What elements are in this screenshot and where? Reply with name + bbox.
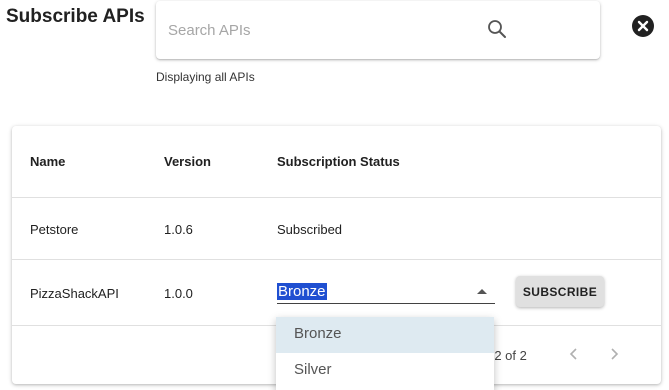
chevron-right-icon[interactable] bbox=[604, 344, 624, 364]
search-input[interactable] bbox=[168, 19, 468, 41]
api-version: 1.0.0 bbox=[164, 286, 193, 301]
api-name: PizzaShackAPI bbox=[30, 286, 119, 301]
search-hint: Displaying all APIs bbox=[156, 70, 255, 84]
header-subscription-status[interactable]: Subscription Status bbox=[277, 154, 400, 169]
subscribe-button[interactable]: SUBSCRIBE bbox=[516, 276, 604, 307]
header-version[interactable]: Version bbox=[164, 154, 211, 169]
tier-select-value[interactable]: Bronze bbox=[277, 283, 327, 300]
search-box bbox=[156, 1, 600, 59]
subscription-status: Subscribed bbox=[277, 222, 343, 237]
tier-option-silver[interactable]: Silver bbox=[276, 353, 494, 389]
api-version: 1.0.6 bbox=[164, 222, 193, 237]
chevron-left-icon[interactable] bbox=[564, 344, 584, 364]
tier-select[interactable]: Bronze bbox=[277, 280, 495, 304]
table-header-row: Name Version Subscription Status bbox=[12, 126, 661, 198]
header-name[interactable]: Name bbox=[30, 154, 65, 169]
caret-up-icon[interactable] bbox=[477, 289, 487, 294]
api-name: Petstore bbox=[30, 222, 79, 237]
tier-option-bronze[interactable]: Bronze bbox=[276, 317, 494, 353]
pagination-label: -2 of 2 bbox=[490, 348, 527, 363]
close-icon[interactable] bbox=[632, 15, 654, 37]
dialog-title: Subscribe APIs bbox=[6, 6, 145, 27]
tier-dropdown-menu: Bronze Silver bbox=[276, 317, 494, 390]
table-row: Petstore 1.0.6 Subscribed bbox=[12, 198, 661, 260]
search-icon[interactable] bbox=[486, 18, 508, 40]
